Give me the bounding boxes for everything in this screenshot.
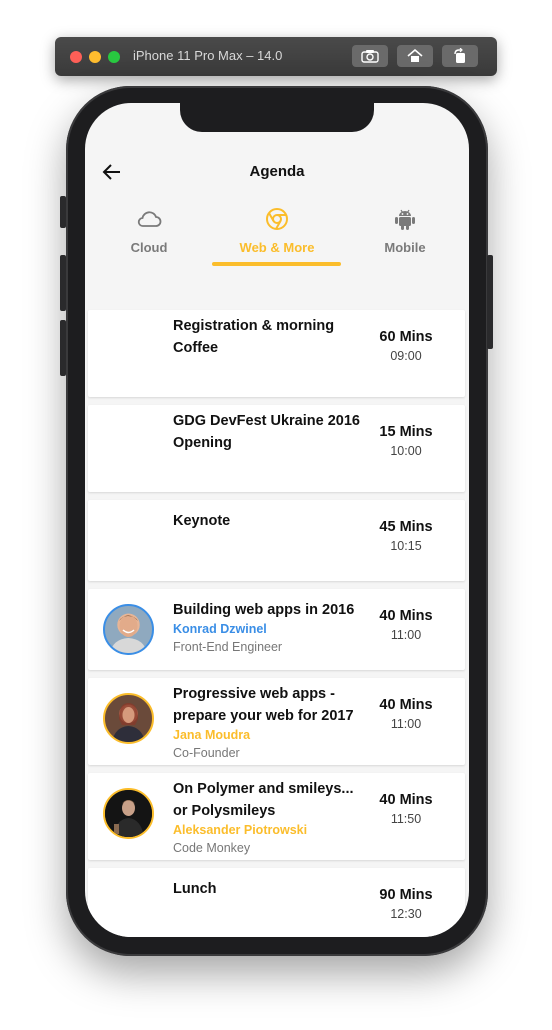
speaker-name[interactable]: Konrad Dzwinel xyxy=(173,622,267,636)
speaker-avatar xyxy=(103,693,154,744)
home-button[interactable] xyxy=(397,45,433,67)
session-card[interactable]: GDG DevFest Ukraine 2016 Opening 15 Mins … xyxy=(88,405,465,492)
rotate-button[interactable] xyxy=(442,45,478,67)
session-duration: 45 Mins xyxy=(379,519,433,535)
page-title: Agenda xyxy=(249,163,305,180)
power-button xyxy=(487,255,493,349)
tab-mobile[interactable]: Mobile xyxy=(341,206,469,255)
volume-up-button xyxy=(60,255,66,311)
person-photo-icon xyxy=(105,790,152,837)
active-tab-indicator xyxy=(212,262,341,266)
cloud-icon xyxy=(137,211,162,227)
simulator-title-bar: iPhone 11 Pro Max – 14.0 xyxy=(55,37,497,76)
session-title: Building web apps in 2016 xyxy=(173,602,355,618)
session-title: Registration & morning Coffee xyxy=(173,318,335,356)
speaker-role: Co-Founder xyxy=(173,746,240,760)
volume-down-button xyxy=(60,320,66,376)
phone-notch xyxy=(180,103,374,132)
chrome-icon xyxy=(266,208,288,230)
session-duration: 60 Mins xyxy=(379,329,433,345)
app-screen: Agenda Cloud Web & More Mobile Registrat… xyxy=(85,103,469,937)
session-time: 11:00 xyxy=(390,717,422,731)
session-time: 10:15 xyxy=(390,539,422,553)
rotate-icon xyxy=(454,48,465,63)
speaker-name[interactable]: Jana Moudra xyxy=(173,728,250,742)
session-card[interactable]: Lunch 90 Mins 12:30 xyxy=(88,868,465,937)
screenshot-button[interactable] xyxy=(352,45,388,67)
session-duration: 40 Mins xyxy=(379,608,433,624)
session-title: Progressive web apps - prepare your web f… xyxy=(173,686,354,724)
person-photo-icon xyxy=(110,615,147,653)
session-card[interactable]: Progressive web apps - prepare your web f… xyxy=(88,678,465,765)
mute-switch xyxy=(60,196,66,228)
session-card[interactable]: Keynote 45 Mins 10:15 xyxy=(88,500,465,581)
session-duration: 15 Mins xyxy=(379,424,433,440)
speaker-avatar xyxy=(103,604,154,655)
session-duration: 40 Mins xyxy=(379,697,433,713)
tab-web-and-more-label: Web & More xyxy=(239,240,315,255)
tab-web-and-more[interactable]: Web & More xyxy=(213,206,341,255)
speaker-role: Front-End Engineer xyxy=(173,640,283,654)
speaker-name[interactable]: Aleksander Piotrowski xyxy=(173,823,307,837)
session-title: GDG DevFest Ukraine 2016 Opening xyxy=(173,413,360,451)
app-header: Agenda Cloud Web & More Mobile xyxy=(85,103,469,303)
home-icon xyxy=(407,49,423,62)
session-card[interactable]: Building web apps in 2016 Konrad Dzwinel… xyxy=(88,589,465,670)
tab-cloud[interactable]: Cloud xyxy=(85,206,213,255)
camera-icon xyxy=(361,50,379,63)
speaker-avatar xyxy=(103,788,154,839)
person-photo-icon xyxy=(112,703,145,742)
speaker-role: Code Monkey xyxy=(173,841,251,855)
minimize-window-button[interactable] xyxy=(89,51,101,63)
session-title: Lunch xyxy=(173,881,217,897)
session-time: 12:30 xyxy=(390,907,422,921)
tab-cloud-label: Cloud xyxy=(130,240,168,255)
session-card[interactable]: On Polymer and smileys... or Polysmileys … xyxy=(88,773,465,860)
session-card[interactable]: Registration & morning Coffee 60 Mins 09:… xyxy=(88,310,465,397)
tab-mobile-label: Mobile xyxy=(384,240,426,255)
session-list: Registration & morning Coffee 60 Mins 09:… xyxy=(88,310,465,937)
simulator-title: iPhone 11 Pro Max – 14.0 xyxy=(133,48,283,63)
session-time: 11:50 xyxy=(390,812,422,826)
session-time: 11:00 xyxy=(390,628,422,642)
session-time: 10:00 xyxy=(390,444,422,458)
session-time: 09:00 xyxy=(390,349,422,363)
session-duration: 40 Mins xyxy=(379,792,433,808)
android-icon xyxy=(395,209,415,230)
zoom-window-button[interactable] xyxy=(108,51,120,63)
session-title: On Polymer and smileys... or Polysmileys xyxy=(173,781,354,819)
session-title: Keynote xyxy=(173,513,231,529)
close-window-button[interactable] xyxy=(70,51,82,63)
session-duration: 90 Mins xyxy=(379,887,433,903)
